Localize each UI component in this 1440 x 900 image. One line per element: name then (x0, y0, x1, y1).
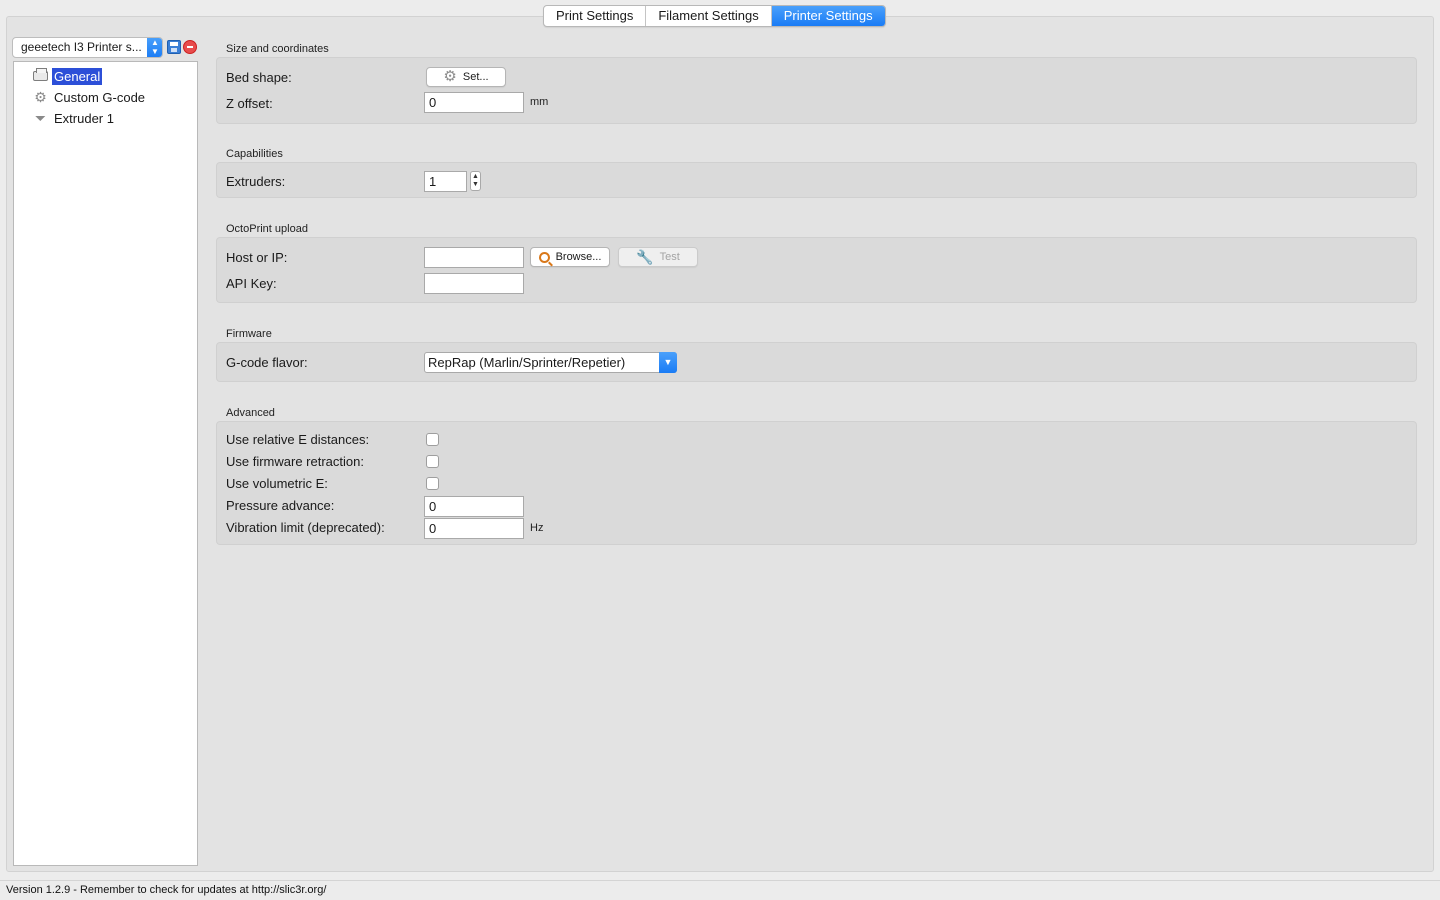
tree-item-label: Extruder 1 (54, 110, 114, 126)
section-title-advanced: Advanced (226, 407, 275, 419)
section-title-capabilities: Capabilities (226, 148, 283, 160)
group-firmware (216, 342, 1417, 382)
vibration-limit-input[interactable]: 0 (424, 518, 524, 539)
volumetric-e-checkbox[interactable] (426, 477, 439, 490)
group-capabilities (216, 162, 1417, 198)
bed-shape-label: Bed shape: (226, 70, 292, 85)
tree-item-label: General (52, 67, 103, 85)
tab-print-settings[interactable]: Print Settings (544, 6, 647, 26)
relative-e-checkbox[interactable] (426, 433, 439, 446)
settings-tree: General ⚙ Custom G-code ⏷ Extruder 1 (13, 61, 198, 866)
test-button-label: Test (659, 251, 680, 263)
api-key-label: API Key: (226, 276, 277, 291)
test-button[interactable]: 🔧 Test (618, 247, 698, 267)
extruders-input[interactable]: 1 (424, 171, 467, 192)
z-offset-input[interactable]: 0 (424, 92, 524, 113)
search-icon (538, 251, 550, 263)
section-title-size-coordinates: Size and coordinates (226, 43, 329, 55)
chevron-updown-icon: ▲ ▼ (147, 37, 162, 57)
tab-filament-settings[interactable]: Filament Settings (646, 6, 772, 26)
volumetric-e-label: Use volumetric E: (226, 476, 328, 491)
delete-preset-icon[interactable] (183, 40, 197, 54)
settings-tabs: Print Settings Filament Settings Printer… (543, 5, 886, 27)
group-size-coordinates (216, 57, 1417, 124)
group-advanced (216, 421, 1417, 545)
preset-select[interactable]: geeetech I3 Printer s... ▲ ▼ (12, 36, 163, 58)
section-title-firmware: Firmware (226, 328, 272, 340)
host-ip-label: Host or IP: (226, 250, 288, 265)
gcode-flavor-value: RepRap (Marlin/Sprinter/Repetier) (428, 355, 626, 370)
tree-item-label: Custom G-code (54, 89, 146, 105)
firmware-retraction-label: Use firmware retraction: (226, 454, 364, 469)
pressure-advance-label: Pressure advance: (226, 498, 335, 513)
vibration-limit-unit: Hz (530, 522, 544, 534)
tab-printer-settings[interactable]: Printer Settings (771, 6, 885, 26)
save-preset-icon[interactable] (167, 40, 181, 54)
z-offset-unit: mm (530, 96, 549, 108)
gcode-flavor-label: G-code flavor: (226, 355, 308, 370)
z-offset-label: Z offset: (226, 96, 273, 111)
vibration-limit-label: Vibration limit (deprecated): (226, 520, 385, 535)
firmware-retraction-checkbox[interactable] (426, 455, 439, 468)
bed-shape-set-label: Set... (462, 71, 489, 83)
extruders-stepper[interactable]: ▲ ▼ (470, 171, 481, 191)
tree-item-custom-gcode[interactable]: ⚙ Custom G-code (32, 87, 147, 107)
wrench-icon: 🔧 (636, 249, 654, 265)
group-octoprint (216, 237, 1417, 303)
gear-icon: ⚙ (443, 68, 457, 85)
chevron-down-icon: ▼ (659, 352, 677, 373)
relative-e-label: Use relative E distances: (226, 432, 370, 447)
funnel-icon: ⏷ (34, 109, 47, 126)
printer-icon (32, 68, 49, 84)
browse-button-label: Browse... (555, 251, 602, 263)
section-title-octoprint: OctoPrint upload (226, 223, 308, 235)
status-bar: Version 1.2.9 - Remember to check for up… (0, 880, 1440, 900)
host-ip-input[interactable] (424, 247, 524, 268)
tree-item-extruder-1[interactable]: ⏷ Extruder 1 (32, 108, 116, 128)
tree-item-general[interactable]: General (32, 66, 103, 86)
bed-shape-set-button[interactable]: ⚙ Set... (426, 67, 506, 87)
gear-icon: ⚙ (34, 88, 47, 105)
pressure-advance-input[interactable]: 0 (424, 496, 524, 517)
browse-button[interactable]: Browse... (530, 247, 610, 267)
gcode-flavor-select[interactable]: RepRap (Marlin/Sprinter/Repetier) ▼ (424, 352, 677, 373)
preset-row: geeetech I3 Printer s... ▲ ▼ (12, 36, 197, 58)
preset-select-value: geeetech I3 Printer s... (21, 39, 142, 54)
extruders-label: Extruders: (226, 174, 286, 189)
api-key-input[interactable] (424, 273, 524, 294)
